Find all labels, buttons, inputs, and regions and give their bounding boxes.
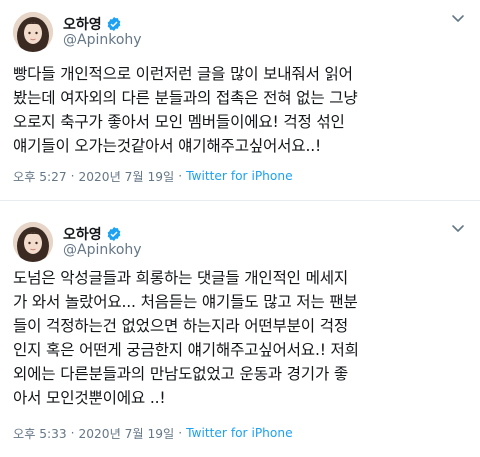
tweet-text: 빵다들 개인적으로 이런저런 글을 많이 보내줘서 읽어 봤는데 여자외의 다른…: [13, 65, 358, 155]
verified-badge-icon: [107, 227, 120, 241]
author-name-row[interactable]: 오하영: [63, 14, 122, 34]
tweet-text: 도넘은 악성글들과 희롱하는 댓글들 개인적인 메세지 가 와서 놀랐어요...…: [13, 269, 359, 407]
chevron-down-icon[interactable]: [450, 220, 466, 236]
verified-badge-icon: [107, 17, 120, 31]
separator-dot: ·: [70, 426, 75, 440]
tweet-2[interactable]: 오하영 @Apinkohy 도넘은 악성글들과 희롱하는 댓글들 개인적인 메세…: [0, 210, 480, 457]
separator-dot: ·: [70, 169, 75, 183]
tweet-time[interactable]: 오후 5:33: [13, 424, 67, 442]
display-name[interactable]: 오하영: [63, 14, 102, 34]
tweet-time[interactable]: 오후 5:27: [13, 167, 67, 185]
separator-dot: ·: [178, 169, 183, 183]
chevron-down-icon[interactable]: [450, 10, 466, 26]
user-handle[interactable]: @Apinkohy: [63, 32, 142, 48]
tweet-source-link[interactable]: Twitter for iPhone: [186, 426, 293, 440]
author-name-row[interactable]: 오하영: [63, 224, 122, 244]
avatar-photo: [13, 12, 53, 52]
tweet-source-link[interactable]: Twitter for iPhone: [186, 169, 293, 183]
tweet-date[interactable]: 2020년 7월 19일: [79, 167, 175, 185]
display-name[interactable]: 오하영: [63, 224, 102, 244]
avatar[interactable]: [13, 222, 53, 262]
separator-dot: ·: [178, 426, 183, 440]
tweet-metadata: 오후 5:27 · 2020년 7월 19일 · Twitter for iPh…: [13, 167, 293, 185]
tweet-1[interactable]: 오하영 @Apinkohy 빵다들 개인적으로 이런저런 글을 많이 보내줘서 …: [0, 0, 480, 201]
tweet-metadata: 오후 5:33 · 2020년 7월 19일 · Twitter for iPh…: [13, 424, 293, 442]
tweet-date[interactable]: 2020년 7월 19일: [79, 424, 175, 442]
avatar[interactable]: [13, 12, 53, 52]
avatar-photo: [13, 222, 53, 262]
user-handle[interactable]: @Apinkohy: [63, 242, 142, 258]
